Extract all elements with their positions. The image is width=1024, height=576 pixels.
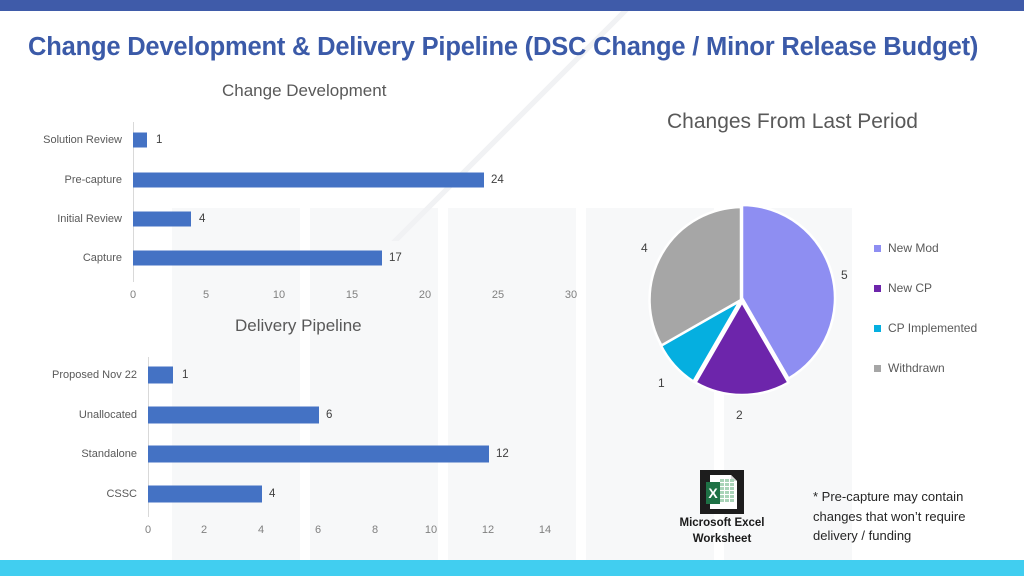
bar [133,172,484,188]
pie-data-label-new-mod: 5 [841,268,848,282]
legend-item-new-mod: New Mod [874,228,977,268]
legend-label: New CP [888,281,933,295]
legend-label: New Mod [888,241,939,255]
top-decor-band [0,0,1024,11]
axis-tick-label: 30 [564,289,578,301]
category-label: Standalone [81,448,137,460]
bar-value-label: 4 [199,213,206,225]
legend-swatch-new-cp [874,284,881,292]
bar-value-label: 12 [496,448,509,460]
excel-worksheet-icon[interactable]: X [700,470,744,514]
pie-data-label-withdrawn: 4 [641,241,648,255]
bottom-decor-band [0,560,1024,576]
bar [148,406,319,424]
pie-legend: New Mod New CP CP Implemented Withdrawn [874,228,977,388]
bar [133,211,191,227]
pie-chart [647,203,837,397]
axis-tick-label: 20 [418,289,432,301]
bar-value-label: 1 [156,134,163,146]
embedded-object-caption-line2: Worksheet [692,532,752,545]
embedded-excel-object[interactable]: X Microsoft Excel Worksheet [676,470,768,545]
legend-label: Withdrawn [888,361,945,375]
category-label: Proposed Nov 22 [52,369,137,381]
excel-icon-svg: X [700,470,744,514]
axis-tick-label: 2 [200,524,208,536]
legend-swatch-new-mod [874,244,881,252]
pie-data-label-cp-implemented: 1 [658,376,665,390]
category-label: Capture [82,252,122,264]
chart-title: Change Development [222,81,387,100]
axis-tick-label: 14 [538,524,552,536]
bar-value-label: 4 [269,488,276,500]
category-label: CSSC [106,488,137,500]
category-label: Unallocated [78,409,137,421]
category-label: Initial Review [57,213,122,225]
page-title: Change Development & Delivery Pipeline (… [28,33,979,61]
legend-swatch-withdrawn [874,364,881,372]
bar [148,366,173,384]
bar-value-label: 1 [182,369,189,381]
axis-tick-label: 15 [345,289,359,301]
bar [148,445,489,463]
axis-tick-label: 5 [202,289,210,301]
embedded-object-caption: Microsoft Excel Worksheet [652,516,792,547]
legend-item-cp-implemented: CP Implemented [874,308,977,348]
legend-item-new-cp: New CP [874,268,977,308]
bar [133,132,147,148]
footnote: * Pre-capture may contain changes that w… [813,489,966,543]
bar [148,485,262,503]
legend-swatch-cp-implemented [874,324,881,332]
axis-tick-label: 10 [272,289,286,301]
axis-tick-label: 8 [371,524,379,536]
bar-value-label: 6 [326,409,333,421]
bar-value-label: 24 [491,174,504,186]
pie-svg [648,203,837,397]
axis-tick-label: 4 [257,524,265,536]
embedded-object-caption-line1: Microsoft Excel [679,517,765,529]
background-panel [448,208,576,560]
axis-tick-label: 12 [481,524,495,536]
axis-tick-label: 0 [129,289,137,301]
axis-tick-label: 0 [144,524,152,536]
bar-value-label: 17 [389,252,402,264]
legend-label: CP Implemented [888,321,978,335]
chart-title: Changes From Last Period [667,110,918,133]
chart-title: Delivery Pipeline [235,316,362,335]
category-label: Pre-capture [64,174,122,186]
category-label: Solution Review [43,134,122,146]
axis-tick-label: 10 [424,524,438,536]
axis-tick-label: 6 [314,524,322,536]
legend-item-withdrawn: Withdrawn [874,348,977,388]
pie-data-label-new-cp: 2 [736,408,743,422]
bar [133,250,382,266]
slide: Change Development & Delivery Pipeline (… [0,0,1024,576]
excel-icon-letter: X [708,485,718,501]
axis-tick-label: 25 [491,289,505,301]
